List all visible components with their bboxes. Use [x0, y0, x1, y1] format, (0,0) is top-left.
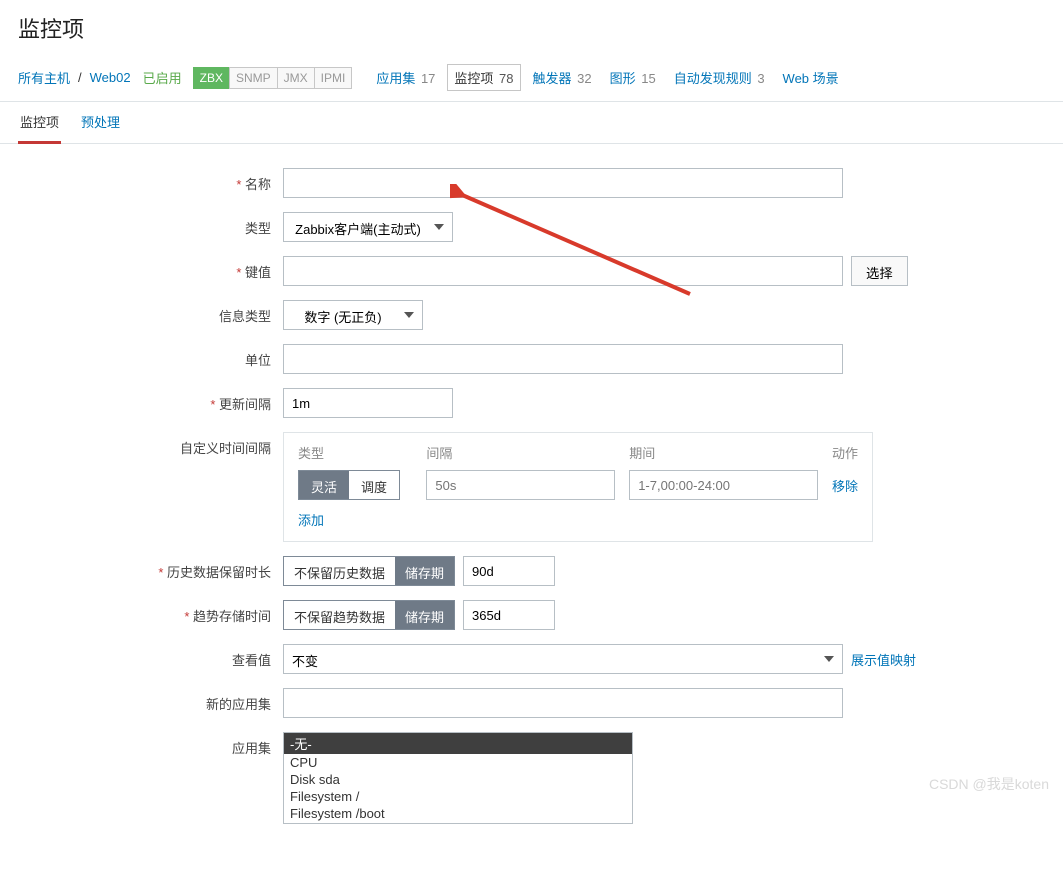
breadcrumb-all-hosts[interactable]: 所有主机: [18, 68, 70, 87]
label-history: 历史数据保留时长: [18, 556, 283, 581]
trends-toggle[interactable]: 不保留趋势数据 储存期: [283, 600, 455, 630]
nav-item-count: 3: [754, 71, 765, 86]
form: 名称 类型 Zabbix客户端(主动式) 键值 选择 信息类型 数字 (无正负)…: [0, 144, 1063, 878]
page-title: 监控项: [0, 0, 1063, 58]
protocol-group: ZBX SNMP JMX IPMI: [194, 67, 353, 89]
label-appset: 应用集: [18, 732, 283, 757]
proto-zbx[interactable]: ZBX: [193, 67, 230, 89]
label-infotype: 信息类型: [18, 300, 283, 325]
custom-intervals-box: 类型 间隔 期间 动作 灵活 调度 移除 添加: [283, 432, 873, 542]
header-bar: 所有主机 / Web02 已启用 ZBX SNMP JMX IPMI 应用集 1…: [0, 58, 1063, 102]
int-head-action: 动作: [832, 443, 858, 462]
toggle-flexible[interactable]: 灵活: [299, 471, 349, 499]
label-units: 单位: [18, 344, 283, 369]
list-item[interactable]: -无-: [284, 733, 632, 754]
nav-item[interactable]: 触发器 32: [527, 65, 598, 90]
list-item[interactable]: Disk sda: [284, 771, 632, 788]
nav-item[interactable]: 自动发现规则 3: [668, 65, 771, 90]
interval-period-input[interactable]: [629, 470, 818, 500]
list-item[interactable]: CPU: [284, 754, 632, 771]
label-name: 名称: [18, 168, 283, 193]
interval-remove-link[interactable]: 移除: [832, 479, 858, 494]
application-list[interactable]: -无-CPUDisk sdaFilesystem /Filesystem /bo…: [283, 732, 633, 824]
type-select[interactable]: Zabbix客户端(主动式): [283, 212, 453, 242]
int-head-interval: 间隔: [426, 443, 615, 462]
nav-item[interactable]: 应用集 17: [370, 65, 441, 90]
tab-preproc[interactable]: 预处理: [79, 102, 122, 143]
interval-add-link[interactable]: 添加: [298, 513, 324, 528]
nav-item-label[interactable]: 应用集: [376, 71, 415, 86]
interval-type-toggle[interactable]: 灵活 调度: [298, 470, 400, 500]
annotation-arrow: [450, 184, 710, 314]
tabs: 监控项 预处理: [0, 102, 1063, 144]
tab-item[interactable]: 监控项: [18, 102, 61, 144]
proto-ipmi[interactable]: IPMI: [314, 67, 353, 89]
label-newapp: 新的应用集: [18, 688, 283, 713]
nav-item-count: 15: [638, 71, 656, 86]
interval-delay-input[interactable]: [426, 470, 615, 500]
list-item[interactable]: Filesystem /: [284, 788, 632, 805]
history-nokeep[interactable]: 不保留历史数据: [284, 557, 395, 585]
nav-item-count: 78: [495, 71, 513, 86]
toggle-scheduling[interactable]: 调度: [349, 471, 399, 499]
breadcrumb-sep: /: [78, 70, 82, 85]
history-value-input[interactable]: [463, 556, 555, 586]
nav-item-label[interactable]: 图形: [610, 71, 636, 86]
nav-item-label[interactable]: 自动发现规则: [674, 71, 752, 86]
list-item[interactable]: Filesystem /boot: [284, 805, 632, 822]
nav-item-label[interactable]: Web 场景: [783, 71, 839, 86]
label-viewvalue: 查看值: [18, 644, 283, 669]
history-storage[interactable]: 储存期: [395, 557, 454, 585]
key-input[interactable]: [283, 256, 843, 286]
units-input[interactable]: [283, 344, 843, 374]
int-head-period: 期间: [629, 443, 818, 462]
nav-item[interactable]: 图形 15: [604, 65, 662, 90]
history-toggle[interactable]: 不保留历史数据 储存期: [283, 556, 455, 586]
proto-jmx[interactable]: JMX: [277, 67, 315, 89]
trends-storage[interactable]: 储存期: [395, 601, 454, 629]
nav-item-count: 17: [417, 71, 435, 86]
select-button[interactable]: 选择: [851, 256, 908, 286]
trends-value-input[interactable]: [463, 600, 555, 630]
enabled-label: 已启用: [143, 68, 182, 87]
proto-snmp[interactable]: SNMP: [229, 67, 278, 89]
label-key: 键值: [18, 256, 283, 281]
int-head-type: 类型: [298, 443, 412, 462]
nav-item[interactable]: 监控项 78: [447, 64, 520, 91]
label-custom-intervals: 自定义时间间隔: [18, 432, 283, 457]
nav-item[interactable]: Web 场景: [777, 65, 845, 90]
update-interval-input[interactable]: [283, 388, 453, 418]
infotype-select[interactable]: 数字 (无正负): [283, 300, 423, 330]
breadcrumb-host[interactable]: Web02: [90, 70, 131, 85]
viewvalue-select[interactable]: 不变: [283, 644, 843, 674]
nav-item-label[interactable]: 触发器: [533, 71, 572, 86]
trends-nokeep[interactable]: 不保留趋势数据: [284, 601, 395, 629]
name-input[interactable]: [283, 168, 843, 198]
label-trends: 趋势存储时间: [18, 600, 283, 625]
label-type: 类型: [18, 212, 283, 237]
label-update-interval: 更新间隔: [18, 388, 283, 413]
nav-item-count: 32: [574, 71, 592, 86]
show-value-map-link[interactable]: 展示值映射: [851, 650, 916, 669]
nav-item-label[interactable]: 监控项: [454, 71, 493, 86]
new-application-input[interactable]: [283, 688, 843, 718]
